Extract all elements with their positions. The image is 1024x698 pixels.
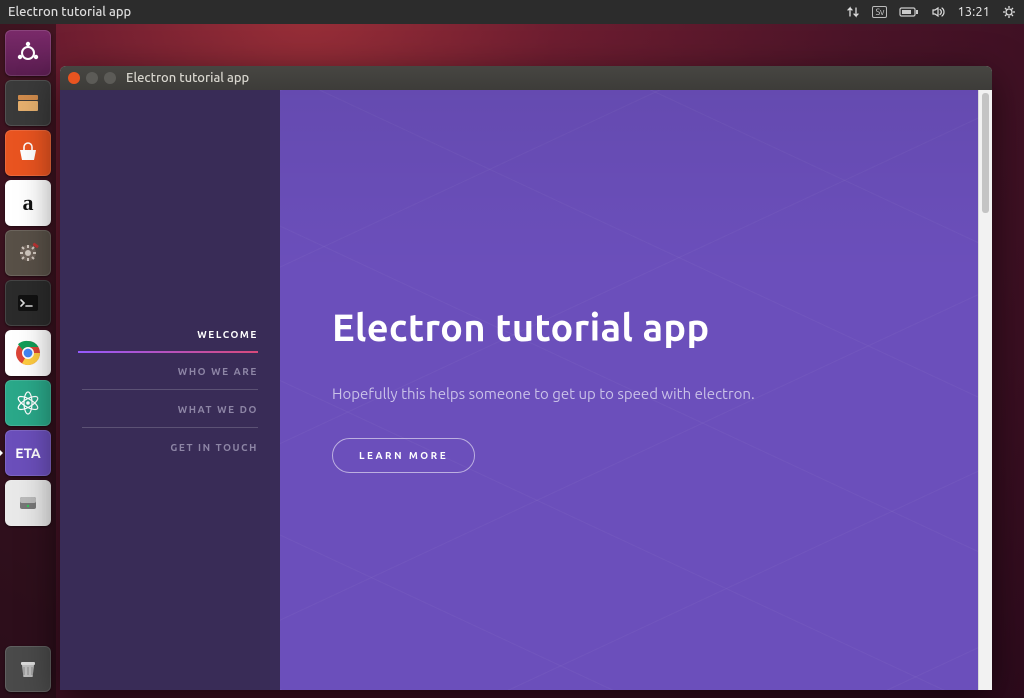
keyboard-layout-indicator[interactable]: Sv (872, 6, 887, 18)
software-store-icon[interactable] (5, 130, 51, 176)
amazon-icon[interactable]: a (5, 180, 51, 226)
trash-icon[interactable] (5, 646, 51, 692)
eta-app-icon[interactable]: ETA (5, 430, 51, 476)
volume-icon[interactable] (931, 5, 945, 19)
topbar-app-title: Electron tutorial app (8, 5, 131, 19)
chrome-icon[interactable] (5, 330, 51, 376)
nav-who-we-are[interactable]: WHO WE ARE (82, 352, 258, 390)
learn-more-button[interactable]: LEARN MORE (332, 438, 475, 473)
nav-welcome[interactable]: WELCOME (82, 315, 258, 352)
terminal-icon[interactable] (5, 280, 51, 326)
nav-what-we-do[interactable]: WHAT WE DO (82, 390, 258, 428)
atom-icon[interactable] (5, 380, 51, 426)
power-cog-icon[interactable] (1002, 5, 1016, 19)
desktop-background: Electron tutorial app Sv 13:21 (0, 0, 1024, 698)
amazon-glyph: a (23, 190, 34, 216)
dash-icon[interactable] (5, 30, 51, 76)
unity-launcher: a ETA (0, 24, 56, 698)
content-subtext: Hopefully this helps someone to get up t… (332, 385, 926, 402)
nav-get-in-touch[interactable]: GET IN TOUCH (82, 428, 258, 465)
window-minimize-button[interactable] (86, 72, 98, 84)
window-title: Electron tutorial app (126, 71, 249, 85)
electron-app-window: Electron tutorial app WELCOME WHO WE ARE… (60, 66, 992, 690)
eta-label: ETA (15, 445, 41, 461)
vertical-scrollbar[interactable] (978, 90, 992, 690)
top-menu-bar: Electron tutorial app Sv 13:21 (0, 0, 1024, 24)
battery-icon[interactable] (899, 6, 919, 18)
settings-icon[interactable] (5, 230, 51, 276)
window-maximize-button[interactable] (104, 72, 116, 84)
system-indicators: Sv 13:21 (846, 5, 1016, 19)
content-heading: Electron tutorial app (332, 307, 926, 349)
files-icon[interactable] (5, 80, 51, 126)
network-icon[interactable] (846, 5, 860, 19)
disks-icon[interactable] (5, 480, 51, 526)
clock[interactable]: 13:21 (957, 5, 990, 19)
window-titlebar[interactable]: Electron tutorial app (60, 66, 992, 90)
app-sidebar: WELCOME WHO WE ARE WHAT WE DO GET IN TOU… (60, 90, 280, 690)
window-close-button[interactable] (68, 72, 80, 84)
app-content: Electron tutorial app Hopefully this hel… (280, 90, 978, 690)
